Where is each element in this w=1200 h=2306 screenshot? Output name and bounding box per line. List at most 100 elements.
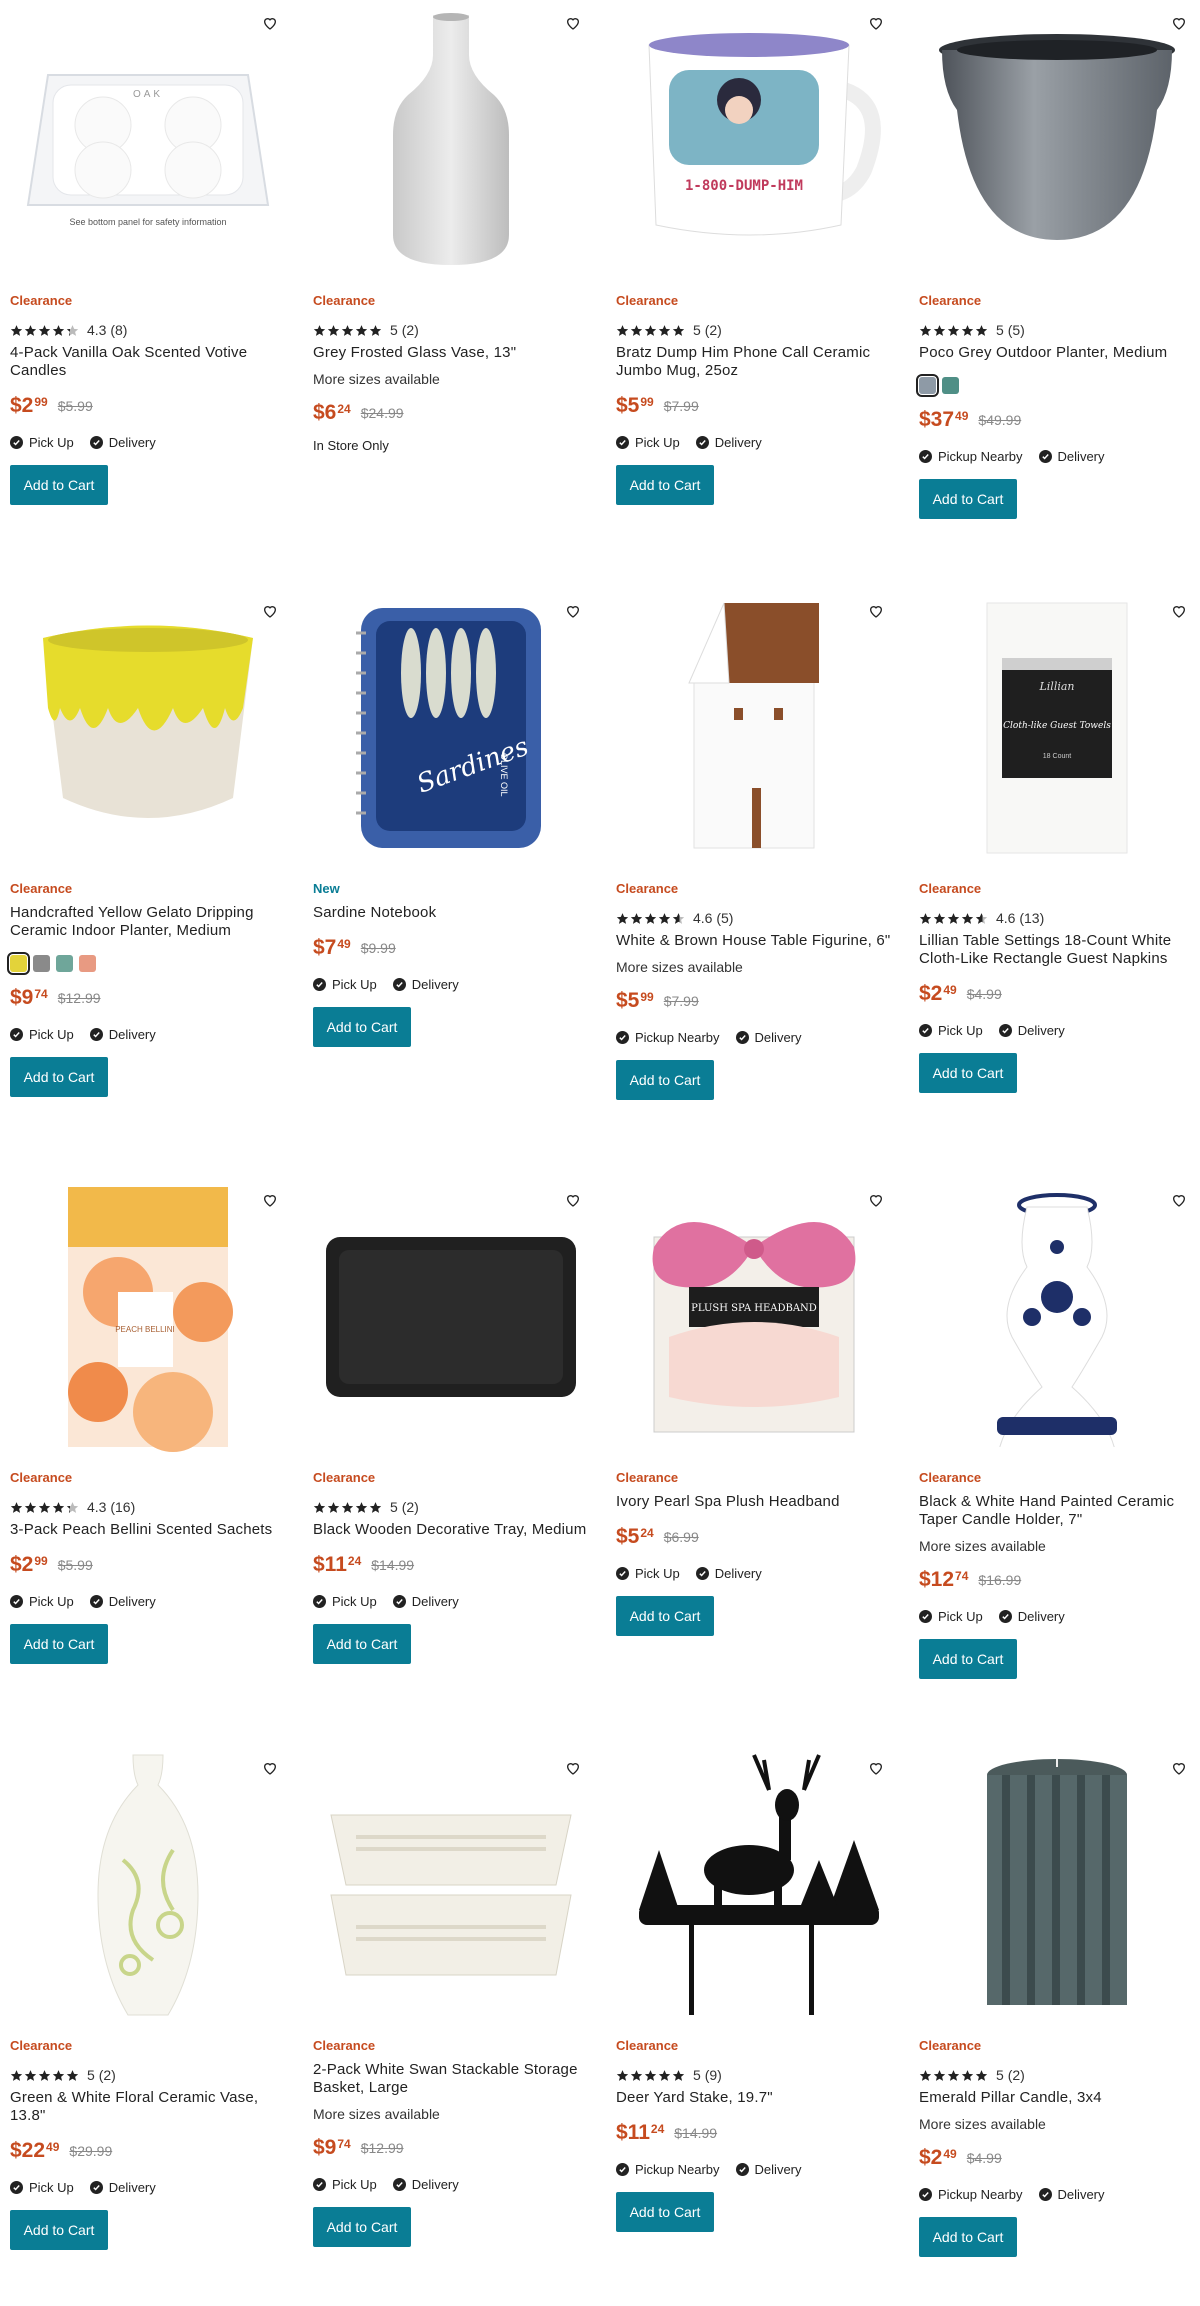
color-swatch[interactable] [942, 376, 959, 394]
check-circle-icon [313, 1594, 326, 1608]
wishlist-heart-icon[interactable] [1164, 8, 1194, 38]
product-title[interactable]: Handcrafted Yellow Gelato Dripping Ceram… [10, 904, 285, 940]
house-figurine-image[interactable] [616, 588, 891, 868]
product-title[interactable]: Lillian Table Settings 18-Count White Cl… [919, 932, 1194, 968]
color-swatch[interactable] [7, 951, 30, 975]
floral-vase-image[interactable] [10, 1745, 285, 2025]
add-to-cart-button[interactable]: Add to Cart [10, 2210, 108, 2250]
product-rating[interactable]: 4.6 (13) [919, 904, 1194, 932]
product-title[interactable]: Sardine Notebook [313, 904, 588, 922]
product-title[interactable]: Deer Yard Stake, 19.7" [616, 2089, 891, 2107]
wishlist-heart-icon[interactable] [558, 1185, 588, 1215]
add-to-cart-button[interactable]: Add to Cart [919, 479, 1017, 519]
wishlist-heart-icon[interactable] [255, 1185, 285, 1215]
product-title[interactable]: Bratz Dump Him Phone Call Ceramic Jumbo … [616, 344, 891, 380]
check-circle-icon [695, 1566, 709, 1580]
spa-headband-image[interactable]: PLUSH SPA HEADBAND [616, 1177, 891, 1457]
wishlist-heart-icon[interactable] [255, 8, 285, 38]
add-to-cart-button[interactable]: Add to Cart [10, 1057, 108, 1097]
wishlist-heart-icon[interactable] [861, 596, 891, 626]
frosted-vase-image[interactable] [313, 0, 588, 280]
fulfillment-option: Pick Up [10, 2180, 74, 2195]
storage-basket-image[interactable] [313, 1745, 588, 2025]
wishlist-heart-icon[interactable] [558, 596, 588, 626]
add-to-cart-button[interactable]: Add to Cart [313, 1624, 411, 1664]
add-to-cart-button[interactable]: Add to Cart [616, 1596, 714, 1636]
add-to-cart-button[interactable]: Add to Cart [919, 1053, 1017, 1093]
peach-sachets-image[interactable]: PEACH BELLINI [10, 1177, 285, 1457]
fulfillment-label: Pick Up [29, 1026, 74, 1042]
wishlist-heart-icon[interactable] [1164, 1753, 1194, 1783]
review-count: (2) [704, 322, 722, 338]
wishlist-heart-icon[interactable] [255, 596, 285, 626]
review-count: (16) [110, 1499, 136, 1515]
deer-stake-image[interactable] [616, 1745, 891, 2025]
product-title[interactable]: White & Brown House Table Figurine, 6" [616, 932, 891, 950]
color-swatch[interactable] [916, 373, 939, 397]
wishlist-heart-icon[interactable] [1164, 1185, 1194, 1215]
product-rating[interactable]: 5 (2) [313, 316, 588, 344]
product-badge: Clearance [313, 1470, 376, 1485]
color-swatch[interactable] [33, 954, 50, 972]
product-rating[interactable]: 4.3 (8) [10, 316, 285, 344]
rating-value: 5 [996, 322, 1004, 338]
wishlist-heart-icon[interactable] [558, 8, 588, 38]
product-rating[interactable]: 4.6 (5) [616, 904, 891, 932]
product-rating[interactable]: 5 (5) [919, 316, 1194, 344]
add-to-cart-button[interactable]: Add to Cart [313, 2207, 411, 2247]
add-to-cart-button[interactable]: Add to Cart [919, 1639, 1017, 1679]
rating-value: 5 [693, 322, 701, 338]
product-rating[interactable]: 5 (2) [616, 316, 891, 344]
add-to-cart-button[interactable]: Add to Cart [616, 1060, 714, 1100]
grey-planter-image[interactable] [919, 0, 1194, 280]
candle-holder-image[interactable] [919, 1177, 1194, 1457]
product-title[interactable]: Black & White Hand Painted Ceramic Taper… [919, 1493, 1194, 1529]
add-to-cart-button[interactable]: Add to Cart [10, 1624, 108, 1664]
black-tray-image[interactable] [313, 1177, 588, 1457]
star-icon [672, 912, 685, 924]
product-title[interactable]: Grey Frosted Glass Vase, 13" [313, 344, 588, 362]
pillar-candle-image[interactable] [919, 1745, 1194, 2025]
rating-value: 5 [693, 2067, 701, 2083]
votive-candle-pack-image[interactable]: OAK See bottom panel for safety informati… [10, 0, 285, 280]
product-rating[interactable]: 5 (9) [616, 2061, 891, 2089]
product-badge: Clearance [616, 1470, 679, 1485]
product-title[interactable]: 2-Pack White Swan Stackable Storage Bask… [313, 2061, 588, 2097]
wishlist-heart-icon[interactable] [1164, 596, 1194, 626]
yellow-drip-planter-image[interactable] [10, 588, 285, 868]
check-circle-icon [89, 2180, 103, 2194]
color-swatch[interactable] [79, 954, 96, 972]
wishlist-heart-icon[interactable] [861, 8, 891, 38]
wishlist-heart-icon[interactable] [861, 1753, 891, 1783]
guest-towels-image[interactable]: Lillian Cloth-like Guest Towels 18 Count [919, 588, 1194, 868]
fulfillment-label: Delivery [411, 1593, 459, 1609]
bratz-mug-image[interactable]: 1-800-DUMP-HIM [616, 0, 891, 280]
product-title[interactable]: 4-Pack Vanilla Oak Scented Votive Candle… [10, 344, 285, 380]
rating-stars [919, 2069, 988, 2082]
add-to-cart-button[interactable]: Add to Cart [10, 465, 108, 505]
product-rating[interactable]: 5 (2) [919, 2061, 1194, 2089]
product-rating[interactable]: 4.3 (16) [10, 1493, 285, 1521]
product-title[interactable]: Green & White Floral Ceramic Vase, 13.8" [10, 2089, 285, 2125]
price: $5 99 $7.99 [616, 387, 891, 425]
product-title[interactable]: Emerald Pillar Candle, 3x4 [919, 2089, 1194, 2107]
add-to-cart-button[interactable]: Add to Cart [313, 1007, 411, 1047]
add-to-cart-button[interactable]: Add to Cart [616, 465, 714, 505]
add-to-cart-button[interactable]: Add to Cart [616, 2192, 714, 2232]
color-swatch[interactable] [56, 954, 73, 972]
product-rating[interactable]: 5 (2) [10, 2061, 285, 2089]
fulfillment-label: Delivery [754, 2161, 802, 2177]
sardine-notebook-image[interactable]: Sardines OLIVE OIL [313, 588, 588, 868]
product-title[interactable]: 3-Pack Peach Bellini Scented Sachets [10, 1521, 285, 1539]
product-title[interactable]: Black Wooden Decorative Tray, Medium [313, 1521, 588, 1539]
add-to-cart-button[interactable]: Add to Cart [919, 2217, 1017, 2257]
fulfillment-option: Pickup Nearby [919, 449, 1023, 464]
fulfillment-option: Pick Up [10, 1027, 74, 1042]
wishlist-heart-icon[interactable] [255, 1753, 285, 1783]
sale-price-cents: 24 [640, 1526, 654, 1540]
wishlist-heart-icon[interactable] [861, 1185, 891, 1215]
product-title[interactable]: Ivory Pearl Spa Plush Headband [616, 1493, 891, 1511]
wishlist-heart-icon[interactable] [558, 1753, 588, 1783]
product-title[interactable]: Poco Grey Outdoor Planter, Medium [919, 344, 1194, 362]
product-rating[interactable]: 5 (2) [313, 1493, 588, 1521]
